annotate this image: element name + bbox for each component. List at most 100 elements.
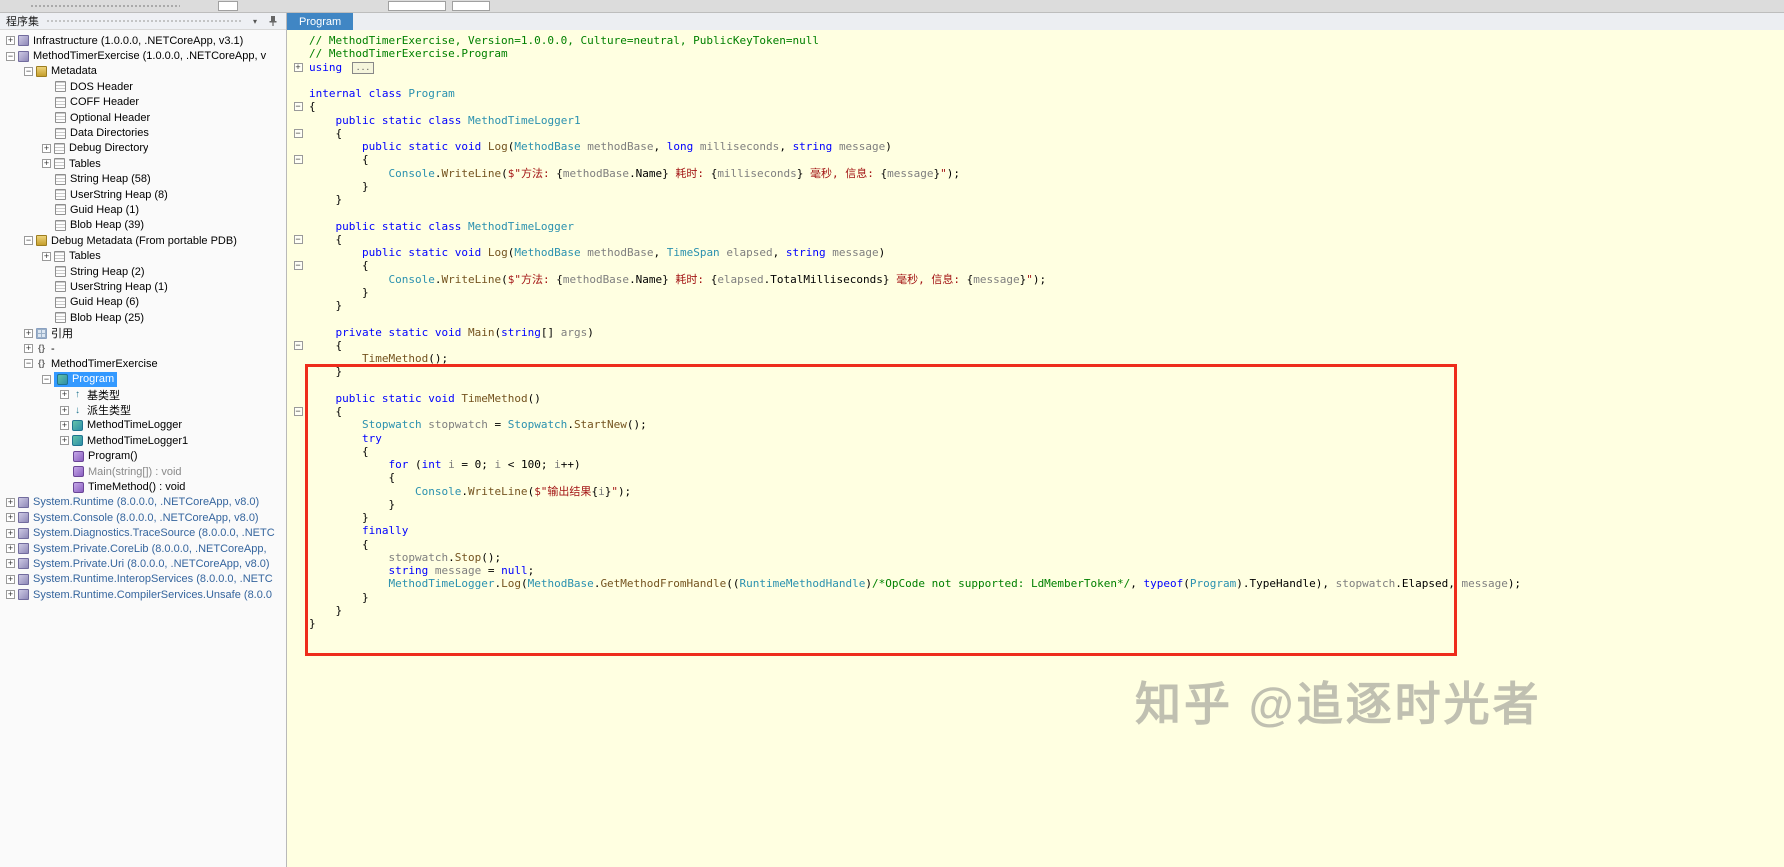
tree-item[interactable]: Main(string[]) : void: [0, 464, 286, 479]
tree-item[interactable]: +↓派生类型: [0, 402, 286, 417]
fold-box-icon[interactable]: −: [294, 341, 303, 350]
gutter: [287, 87, 309, 100]
tree-item-label: COFF Header: [70, 96, 139, 108]
toolbar-field[interactable]: [452, 1, 490, 11]
tree-item[interactable]: +System.Diagnostics.TraceSource (8.0.0.0…: [0, 526, 286, 541]
code-token: Stopwatch: [362, 418, 422, 431]
collapsed-region-box[interactable]: ...: [352, 62, 374, 74]
pin-icon[interactable]: [266, 15, 280, 27]
code-token: (: [501, 273, 508, 286]
fold-marker[interactable]: −: [287, 153, 309, 166]
collapse-icon[interactable]: −: [24, 236, 33, 245]
expand-icon[interactable]: +: [42, 252, 51, 261]
code-text: Stopwatch stopwatch = Stopwatch.StartNew…: [309, 418, 647, 431]
collapse-icon[interactable]: −: [24, 359, 33, 368]
collapse-icon[interactable]: −: [24, 67, 33, 76]
expand-icon[interactable]: +: [6, 575, 15, 584]
expand-icon[interactable]: +: [60, 406, 69, 415]
expand-icon[interactable]: +: [42, 159, 51, 168]
tree-item[interactable]: −{}MethodTimerExercise: [0, 356, 286, 371]
tree-item-label: System.Private.CoreLib (8.0.0.0, .NETCor…: [33, 543, 267, 555]
tree-item[interactable]: +System.Private.Uri (8.0.0.0, .NETCoreAp…: [0, 556, 286, 571]
tab-program[interactable]: Program: [287, 13, 353, 30]
tree-item[interactable]: COFF Header: [0, 95, 286, 110]
toolbar-button[interactable]: [218, 1, 238, 11]
toolbar-grip[interactable]: [30, 4, 180, 9]
tree-item[interactable]: +{}-: [0, 341, 286, 356]
tree-item[interactable]: DOS Header: [0, 79, 286, 94]
fold-box-icon[interactable]: −: [294, 407, 303, 416]
code-line: {: [287, 445, 1784, 458]
expand-icon[interactable]: +: [6, 498, 15, 507]
fold-marker[interactable]: −: [287, 127, 309, 140]
tree-item[interactable]: Optional Header: [0, 110, 286, 125]
panel-drag-grip[interactable]: [46, 19, 241, 24]
code-token: string: [786, 246, 826, 259]
tree-item[interactable]: UserString Heap (8): [0, 187, 286, 202]
tree-item[interactable]: −MethodTimerExercise (1.0.0.0, .NETCoreA…: [0, 48, 286, 63]
tree-item[interactable]: −Metadata: [0, 64, 286, 79]
tree-item[interactable]: −Program: [0, 372, 286, 387]
tree-item[interactable]: Data Directories: [0, 125, 286, 140]
tree-item[interactable]: TimeMethod() : void: [0, 479, 286, 494]
expand-icon[interactable]: +: [6, 590, 15, 599]
tree-item[interactable]: +引用: [0, 325, 286, 340]
tree-item[interactable]: +System.Runtime (8.0.0.0, .NETCoreApp, v…: [0, 495, 286, 510]
tree-item[interactable]: +Debug Directory: [0, 141, 286, 156]
fold-box-icon[interactable]: −: [294, 155, 303, 164]
fold-box-icon[interactable]: −: [294, 102, 303, 111]
tree-item[interactable]: +MethodTimeLogger: [0, 418, 286, 433]
tree-item[interactable]: −Debug Metadata (From portable PDB): [0, 233, 286, 248]
chevron-down-icon[interactable]: ▾: [248, 17, 262, 26]
toolbar-field[interactable]: [388, 1, 446, 11]
tree-item[interactable]: Guid Heap (6): [0, 295, 286, 310]
code-token: TimeSpan: [667, 246, 720, 259]
code-text: }: [309, 286, 369, 299]
tree-item[interactable]: + System.Private.CoreLib (8.0.0.0, .NETCo…: [0, 541, 286, 556]
expand-icon[interactable]: +: [6, 544, 15, 553]
tree-item[interactable]: Guid Heap (1): [0, 202, 286, 217]
code-view[interactable]: 知乎 @追逐时光者 // MethodTimerExercise, Versio…: [287, 30, 1784, 867]
fold-box-icon[interactable]: −: [294, 261, 303, 270]
tree-item[interactable]: +Infrastructure (1.0.0.0, .NETCoreApp, v…: [0, 33, 286, 48]
fold-marker[interactable]: −: [287, 100, 309, 113]
code-token: [309, 326, 336, 339]
tree-item[interactable]: String Heap (2): [0, 264, 286, 279]
expand-icon[interactable]: +: [60, 421, 69, 430]
fold-box-icon[interactable]: −: [294, 235, 303, 244]
tree-item[interactable]: Blob Heap (39): [0, 218, 286, 233]
fold-marker[interactable]: −: [287, 233, 309, 246]
tree-item[interactable]: +↑基类型: [0, 387, 286, 402]
collapse-icon[interactable]: −: [6, 52, 15, 61]
fold-box-icon[interactable]: −: [294, 129, 303, 138]
tree-item[interactable]: +System.Console (8.0.0.0, .NETCoreApp, v…: [0, 510, 286, 525]
fold-box-icon[interactable]: +: [294, 63, 303, 72]
code-token: 耗时:: [669, 167, 711, 180]
tree-item[interactable]: +Tables: [0, 156, 286, 171]
expand-icon[interactable]: +: [6, 529, 15, 538]
expand-icon[interactable]: +: [24, 344, 33, 353]
expand-icon[interactable]: +: [24, 329, 33, 338]
tree-item[interactable]: +MethodTimeLogger1: [0, 433, 286, 448]
fold-marker[interactable]: −: [287, 405, 309, 418]
expand-icon[interactable]: +: [60, 390, 69, 399]
tree-item[interactable]: String Heap (58): [0, 172, 286, 187]
tree-item[interactable]: UserString Heap (1): [0, 279, 286, 294]
code-token: Program: [408, 87, 454, 100]
expand-icon[interactable]: +: [42, 144, 51, 153]
expand-icon[interactable]: +: [6, 513, 15, 522]
tree-item[interactable]: Program(): [0, 449, 286, 464]
fold-marker[interactable]: −: [287, 259, 309, 272]
tree-item[interactable]: +System.Runtime.CompilerServices.Unsafe …: [0, 587, 286, 602]
fold-marker[interactable]: +: [287, 61, 309, 74]
assembly-tree[interactable]: +Infrastructure (1.0.0.0, .NETCoreApp, v…: [0, 30, 286, 867]
tree-item[interactable]: +Tables: [0, 248, 286, 263]
expand-icon[interactable]: +: [6, 36, 15, 45]
fold-marker[interactable]: −: [287, 339, 309, 352]
expand-icon[interactable]: +: [6, 559, 15, 568]
code-token: void: [428, 392, 455, 405]
expand-icon[interactable]: +: [60, 436, 69, 445]
collapse-icon[interactable]: −: [42, 375, 51, 384]
tree-item[interactable]: Blob Heap (25): [0, 310, 286, 325]
tree-item[interactable]: +System.Runtime.InteropServices (8.0.0.0…: [0, 572, 286, 587]
